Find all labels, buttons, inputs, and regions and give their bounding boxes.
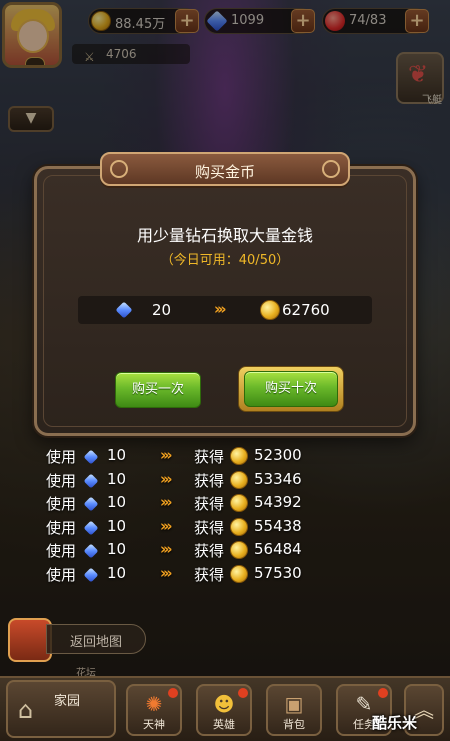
diamond-icon xyxy=(83,567,99,583)
get-label: 获得 xyxy=(194,471,225,490)
nav-backpack-label: 背包 xyxy=(283,718,305,731)
gold-coin-icon xyxy=(230,517,248,536)
history-amount: 57530 xyxy=(254,563,302,582)
backpack-icon: ▣ xyxy=(284,692,304,716)
purchase-history: 使用 10 ››› 获得 52300 使用 10 ››› 获得 53346 使用… xyxy=(46,444,326,586)
diamond-cost: 20 xyxy=(152,301,172,319)
dialog-title: 购买金币 xyxy=(194,163,255,181)
history-cost: 10 xyxy=(107,516,127,535)
nav-backpack[interactable]: ▣ 背包 xyxy=(266,684,322,736)
diamond-icon xyxy=(115,301,133,319)
use-label: 使用 xyxy=(46,518,77,537)
history-amount: 54392 xyxy=(254,493,302,512)
nav-heroes-label: 英雄 xyxy=(213,718,235,731)
nav-home[interactable]: ⌂ 家园 xyxy=(6,680,116,738)
use-label: 使用 xyxy=(46,565,77,584)
arrow-right-icon: ››› xyxy=(160,469,172,488)
diamond-icon xyxy=(83,520,99,536)
arrow-right-icon: ››› xyxy=(160,540,172,559)
history-row: 使用 10 ››› 获得 53346 xyxy=(46,468,326,492)
get-label: 获得 xyxy=(194,542,225,561)
watermark: 酷乐米 xyxy=(372,714,418,732)
history-row: 使用 10 ››› 获得 52300 xyxy=(46,444,326,468)
buy-once-button[interactable]: 购买一次 xyxy=(115,372,201,408)
gold-coin-icon xyxy=(230,470,248,489)
gold-coin-icon xyxy=(230,564,248,583)
nav-heroes[interactable]: ☻ 英雄 xyxy=(196,684,252,736)
history-cost: 10 xyxy=(107,540,127,559)
history-row: 使用 10 ››› 获得 57530 xyxy=(46,562,326,586)
use-label: 使用 xyxy=(46,495,77,514)
diamond-icon xyxy=(83,543,99,559)
get-label: 获得 xyxy=(194,448,225,466)
arrow-right-icon: ››› xyxy=(214,300,226,318)
gold-coin-icon xyxy=(260,300,280,320)
gold-coin-icon xyxy=(230,541,248,560)
nav-gods-label: 天神 xyxy=(143,718,165,731)
history-amount: 52300 xyxy=(254,446,302,464)
get-label: 获得 xyxy=(194,495,225,514)
gold-coin-icon xyxy=(230,494,248,513)
history-row: 使用 10 ››› 获得 56484 xyxy=(46,538,326,562)
history-amount: 53346 xyxy=(254,469,302,488)
notification-dot xyxy=(378,688,388,698)
notification-dot xyxy=(238,688,248,698)
history-amount: 56484 xyxy=(254,540,302,559)
exchange-rate-row: 20 ››› 62760 xyxy=(78,296,372,324)
history-cost: 10 xyxy=(107,563,127,582)
history-row: 使用 10 ››› 获得 55438 xyxy=(46,515,326,539)
buy-ten-button[interactable]: 购买十次 xyxy=(244,371,338,407)
back-to-map-button[interactable]: 返回地图 xyxy=(8,618,148,662)
use-label: 使用 xyxy=(46,448,77,466)
house-icon: ⌂ xyxy=(18,696,34,724)
use-label: 使用 xyxy=(46,471,77,490)
get-label: 获得 xyxy=(194,565,225,584)
history-amount: 55438 xyxy=(254,516,302,535)
daily-remaining: （今日可用：40/50） xyxy=(160,253,290,268)
back-to-map-label: 返回地图 xyxy=(70,635,123,650)
notification-dot xyxy=(168,688,178,698)
arrow-right-icon: ››› xyxy=(160,493,172,512)
gold-coin-icon xyxy=(230,447,248,465)
diamond-icon xyxy=(83,473,99,489)
arrow-right-icon: ››› xyxy=(160,516,172,535)
history-cost: 10 xyxy=(107,469,127,488)
dialog-title-plate: 购买金币 xyxy=(100,152,350,186)
nav-home-label: 家园 xyxy=(54,694,81,709)
dialog-headline: 用少量钻石换取大量金钱 xyxy=(136,226,313,245)
use-label: 使用 xyxy=(46,542,77,561)
diamond-icon xyxy=(83,449,99,465)
history-cost: 10 xyxy=(107,493,127,512)
diamond-icon xyxy=(83,496,99,512)
gold-gain: 62760 xyxy=(282,301,330,319)
nav-gods[interactable]: ✺ 天神 xyxy=(126,684,182,736)
arrow-right-icon: ››› xyxy=(160,563,172,582)
arrow-right-icon: ››› xyxy=(160,446,172,464)
history-row: 使用 10 ››› 获得 54392 xyxy=(46,491,326,515)
history-cost: 10 xyxy=(107,446,127,464)
get-label: 获得 xyxy=(194,518,225,537)
